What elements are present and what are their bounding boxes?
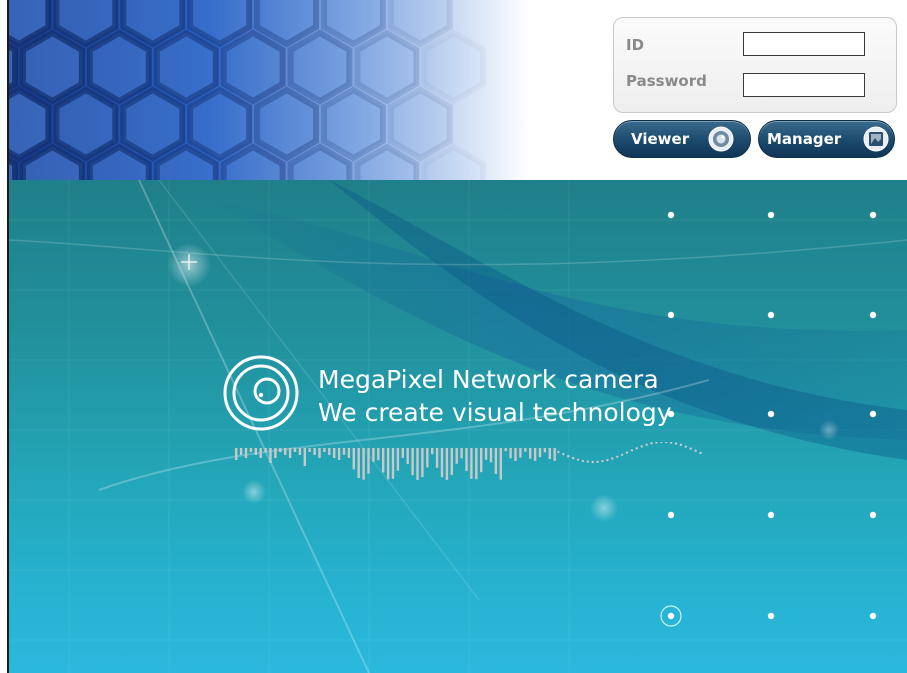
camera-lens-logo-icon	[223, 355, 299, 431]
picture-icon	[863, 126, 889, 152]
tagline-line-1: MegaPixel Network camera	[318, 365, 659, 394]
viewer-button[interactable]: Viewer	[613, 120, 751, 158]
password-input[interactable]	[743, 73, 865, 97]
camera-lens-icon	[708, 126, 734, 152]
login-page: MegaPixel Network camera We create visua…	[0, 0, 907, 673]
manager-button-label: Manager	[767, 130, 842, 148]
id-label: ID	[626, 36, 645, 54]
manager-button[interactable]: Manager	[758, 120, 895, 158]
id-input[interactable]	[743, 32, 865, 56]
password-label: Password	[626, 72, 707, 90]
viewer-button-label: Viewer	[631, 130, 690, 148]
login-panel: ID Password	[613, 17, 897, 113]
sound-wave-graphic	[235, 442, 702, 480]
tagline-line-2: We create visual technology	[318, 398, 672, 427]
